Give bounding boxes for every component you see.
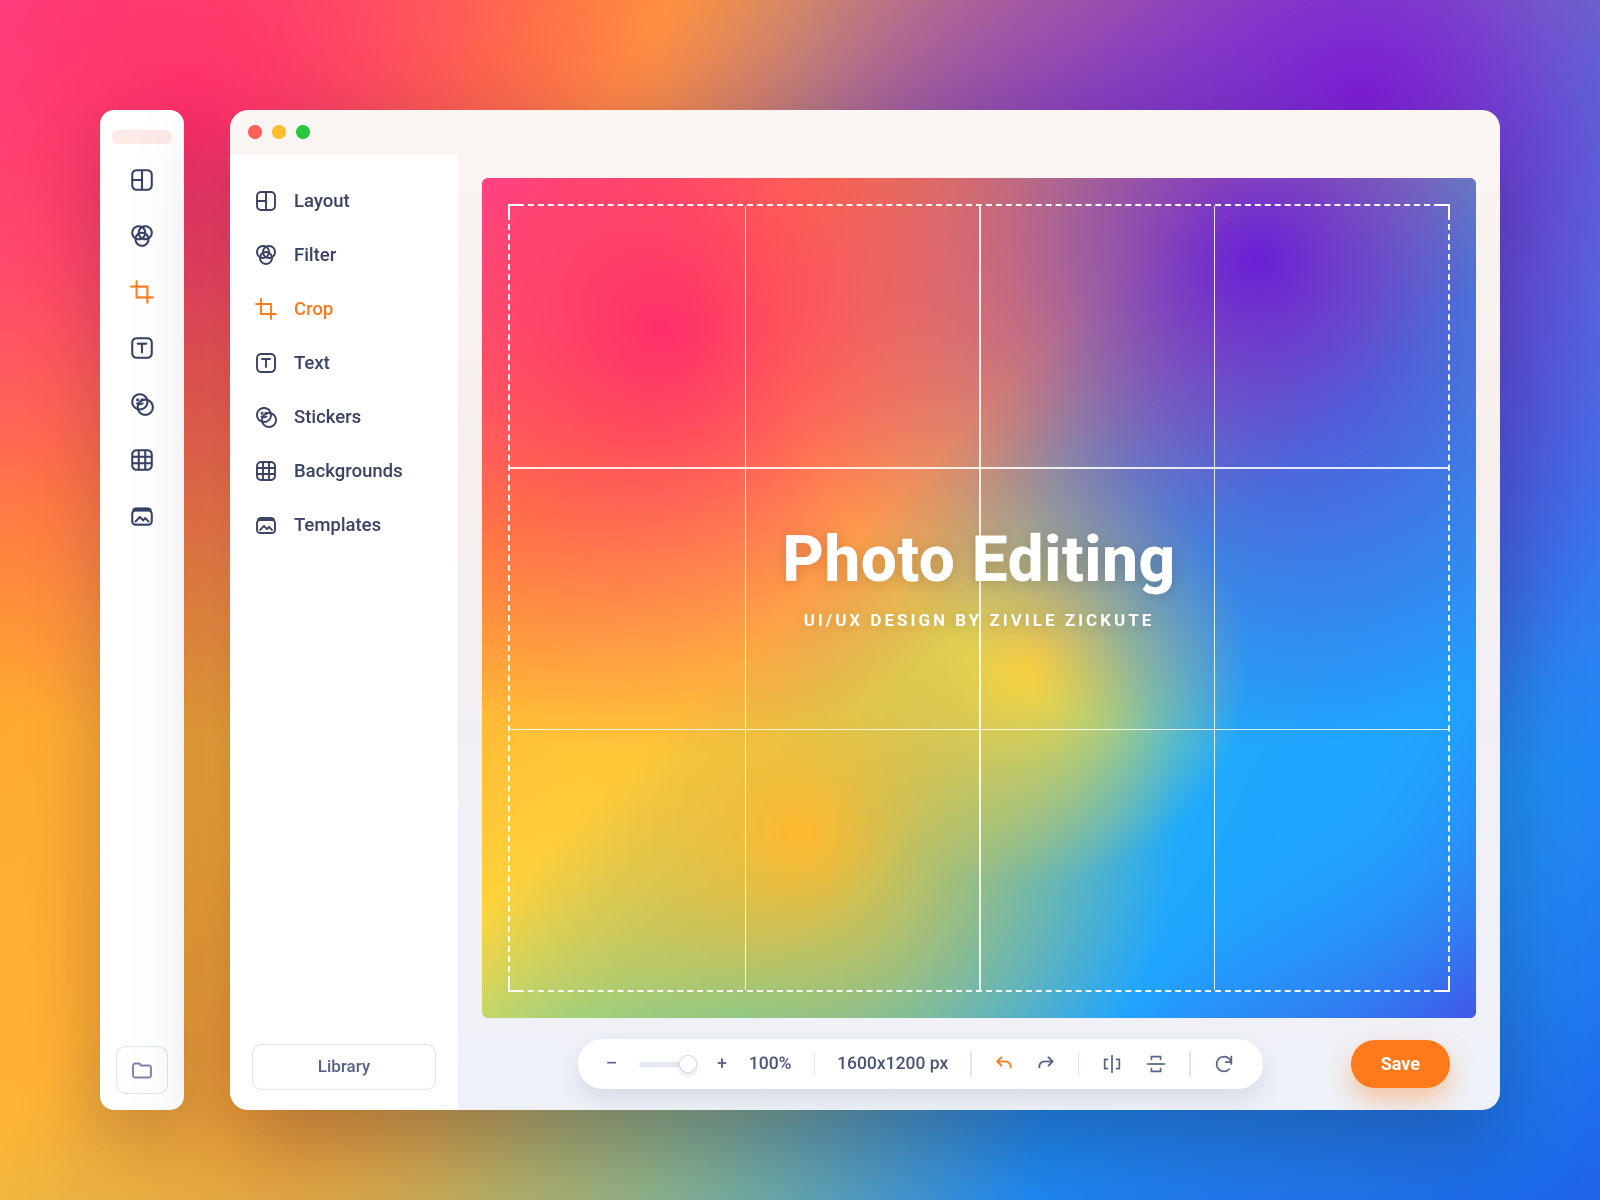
grid-line	[510, 729, 1448, 731]
editor-window: Layout Filter Crop	[230, 110, 1500, 1110]
canvas-overlay-text: Photo Editing UI/UX DESIGN BY ZIVILE ZIC…	[482, 522, 1476, 631]
sidebar-item-backgrounds[interactable]: Backgrounds	[240, 446, 448, 496]
separator	[814, 1051, 816, 1077]
crop-handle-top-right[interactable]	[1434, 204, 1450, 220]
sidebar-item-crop[interactable]: Crop	[240, 284, 448, 334]
crop-icon	[254, 297, 278, 321]
backgrounds-icon	[254, 459, 278, 483]
mini-tool-backgrounds[interactable]	[128, 446, 156, 474]
crop-handle-bottom-right[interactable]	[1434, 976, 1450, 992]
flip-vertical-icon	[1145, 1053, 1167, 1075]
sidebar: Layout Filter Crop	[230, 154, 458, 1110]
grid-line	[510, 467, 1448, 469]
undo-button[interactable]	[994, 1054, 1014, 1074]
sidebar-item-layout[interactable]: Layout	[240, 176, 448, 226]
zoom-in-button[interactable]: +	[717, 1054, 727, 1074]
zoom-out-button[interactable]: –	[606, 1054, 617, 1074]
sidebar-item-label: Crop	[294, 298, 333, 320]
status-pill: – + 100% 1600x1200 px	[578, 1039, 1263, 1089]
window-close-icon[interactable]	[248, 125, 262, 139]
save-button-label: Save	[1381, 1054, 1420, 1075]
separator	[1078, 1051, 1080, 1077]
sidebar-item-label: Templates	[294, 514, 381, 536]
sidebar-item-label: Text	[294, 352, 330, 374]
flip-horizontal-button[interactable]	[1101, 1053, 1123, 1075]
canvas-dimensions: 1600x1200 px	[837, 1054, 948, 1074]
templates-icon	[254, 513, 278, 537]
sidebar-item-label: Layout	[294, 190, 350, 212]
window-maximize-icon[interactable]	[296, 125, 310, 139]
sidebar-item-label: Stickers	[294, 406, 361, 428]
redo-icon	[1036, 1054, 1056, 1074]
text-icon	[254, 351, 278, 375]
zoom-slider-thumb[interactable]	[679, 1055, 697, 1073]
bottom-toolbar: – + 100% 1600x1200 px	[482, 1018, 1476, 1110]
stickers-icon	[254, 405, 278, 429]
canvas-subtitle: UI/UX DESIGN BY ZIVILE ZICKUTE	[482, 611, 1476, 631]
flip-vertical-button[interactable]	[1145, 1053, 1167, 1075]
undo-icon	[994, 1054, 1014, 1074]
mini-tool-layout[interactable]	[128, 166, 156, 194]
sidebar-item-filter[interactable]: Filter	[240, 230, 448, 280]
sidebar-item-label: Filter	[294, 244, 336, 266]
crop-handle-bottom-left[interactable]	[508, 976, 524, 992]
redo-button[interactable]	[1036, 1054, 1056, 1074]
window-minimize-icon[interactable]	[272, 125, 286, 139]
mini-tool-folder[interactable]	[116, 1046, 168, 1094]
zoom-slider[interactable]	[639, 1062, 695, 1067]
mini-tool-filter[interactable]	[128, 222, 156, 250]
mini-tool-stickers[interactable]	[128, 390, 156, 418]
library-button-label: Library	[318, 1057, 370, 1077]
window-titlebar	[230, 110, 1500, 154]
folder-icon	[130, 1058, 154, 1082]
rotate-icon	[1213, 1053, 1235, 1075]
sidebar-item-label: Backgrounds	[294, 460, 403, 482]
sidebar-item-stickers[interactable]: Stickers	[240, 392, 448, 442]
image-canvas[interactable]: Photo Editing UI/UX DESIGN BY ZIVILE ZIC…	[482, 178, 1476, 1018]
flip-horizontal-icon	[1101, 1053, 1123, 1075]
zoom-value: 100%	[749, 1054, 792, 1074]
canvas-title: Photo Editing	[482, 522, 1476, 597]
mini-tool-templates[interactable]	[128, 502, 156, 530]
save-button[interactable]: Save	[1351, 1040, 1450, 1088]
sidebar-item-templates[interactable]: Templates	[240, 500, 448, 550]
sidebar-item-text[interactable]: Text	[240, 338, 448, 388]
mini-tool-crop[interactable]	[128, 278, 156, 306]
mini-toolbar-header-accent	[112, 130, 172, 144]
library-button[interactable]: Library	[252, 1044, 436, 1090]
mini-tool-text[interactable]	[128, 334, 156, 362]
filter-icon	[254, 243, 278, 267]
crop-handle-top-left[interactable]	[508, 204, 524, 220]
layout-icon	[254, 189, 278, 213]
rotate-button[interactable]	[1213, 1053, 1235, 1075]
canvas-area: Photo Editing UI/UX DESIGN BY ZIVILE ZIC…	[458, 154, 1500, 1110]
separator	[1189, 1051, 1191, 1077]
separator	[970, 1051, 972, 1077]
mini-toolbar	[100, 110, 184, 1110]
